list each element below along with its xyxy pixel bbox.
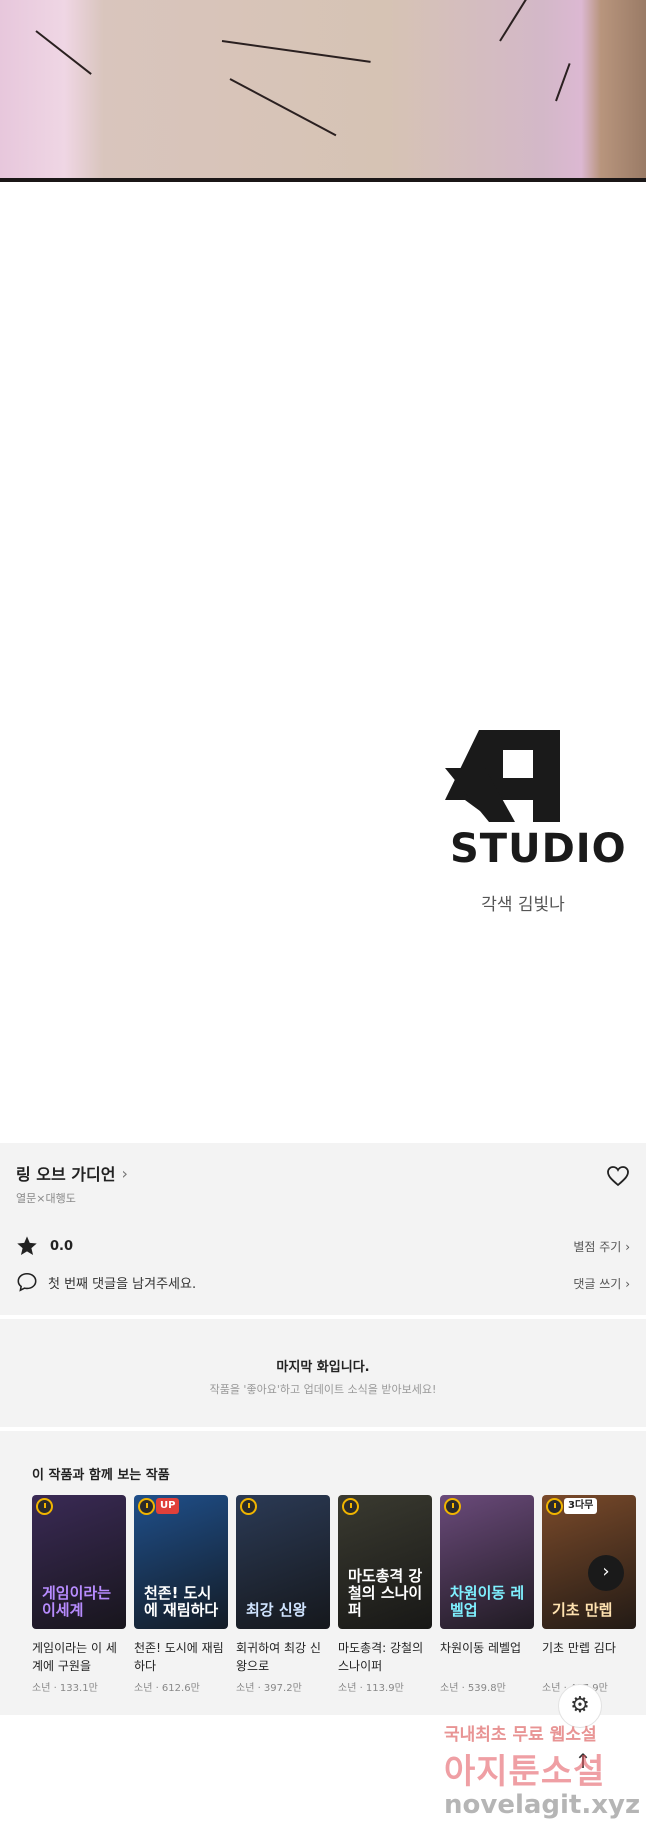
recommendation-card[interactable]: 차원이동 레벨업 차원이동 레벨업 소년 · 539.8만	[440, 1495, 534, 1694]
chevron-right-icon: ›	[625, 1240, 630, 1254]
chevron-right-icon: ›	[625, 1277, 630, 1291]
write-comment-button[interactable]: 댓글 쓰기 ›	[573, 1275, 630, 1292]
clock-icon	[546, 1498, 563, 1515]
watermark-domain: novelagit.xyz	[444, 1790, 641, 1820]
write-comment-label: 댓글 쓰기	[573, 1277, 622, 1291]
recommendation-title: 천존! 도시에 재림하다	[134, 1641, 224, 1673]
recommendation-thumbnail: 최강 신왕	[236, 1495, 330, 1629]
thumbnail-title-art: 마도총격 강철의 스나이퍼	[348, 1567, 423, 1619]
clock-icon	[240, 1498, 257, 1515]
recommendation-title: 게임이라는 이 세계에 구원을	[32, 1641, 117, 1673]
clock-icon	[342, 1498, 359, 1515]
recommendation-badge: UP	[156, 1498, 180, 1514]
panel-ink-line	[35, 30, 92, 75]
rating-row: 0.0	[16, 1235, 73, 1257]
recommendation-thumbnail: 차원이동 레벨업	[440, 1495, 534, 1629]
recommendation-meta: 소년 · 113.9만	[338, 1683, 404, 1694]
chevron-right-icon: ›	[121, 1163, 128, 1183]
thumbnail-title-art: 기초 만렙	[552, 1601, 613, 1619]
recommendation-title: 기초 만렙 김다	[542, 1641, 616, 1655]
recommendation-card[interactable]: UP 천존! 도시에 재림하다 천존! 도시에 재림하다 소년 · 612.6만	[134, 1495, 228, 1694]
recommendation-card[interactable]: 최강 신왕회귀하여 최강 신왕으로소년 · 397.2만	[236, 1495, 330, 1694]
site-watermark: 국내최초 무료 웹소설 아지툰소설 novelagit.xyz	[430, 1712, 646, 1830]
last-episode-title: 마지막 화입니다.	[276, 1360, 370, 1375]
studio-logo	[445, 730, 560, 822]
panel-ink-line	[555, 63, 571, 102]
recommendation-thumbnail: UP 천존! 도시에 재림하다	[134, 1495, 228, 1629]
thumbnail-title-art: 천존! 도시에 재림하다	[144, 1584, 219, 1619]
recommendation-carousel: 게임이라는 이세계게임이라는 이 세계에 구원을소년 · 133.1만 UP 천존!…	[32, 1495, 646, 1705]
work-title-link[interactable]: 링 오브 가디언 ›	[16, 1161, 128, 1185]
rate-button[interactable]: 별점 주기 ›	[573, 1238, 630, 1255]
comment-prompt-text: 첫 번째 댓글을 남겨주세요.	[48, 1276, 197, 1292]
recommendation-badge: 3다무	[564, 1498, 598, 1514]
thumbnail-title-art: 차원이동 레벨업	[450, 1584, 525, 1619]
clock-icon	[138, 1498, 155, 1515]
studio-wordmark: STUDIO	[450, 826, 627, 872]
comment-prompt-row[interactable]: 첫 번째 댓글을 남겨주세요.	[16, 1271, 196, 1293]
recommendations-heading: 이 작품과 함께 보는 작품	[32, 1468, 170, 1483]
recommendation-card[interactable]: 3다무기초 만렙기초 만렙 김다소년 · 407.9만	[542, 1495, 636, 1694]
work-title: 링 오브 가디언	[16, 1165, 116, 1184]
recommendation-thumbnail: 3다무기초 만렙	[542, 1495, 636, 1629]
comic-panel-border	[0, 178, 646, 182]
panel-ink-line	[221, 40, 371, 63]
recommendation-title: 차원이동 레벨업	[440, 1641, 522, 1655]
heart-icon[interactable]	[606, 1165, 630, 1187]
recommendation-meta: 소년 · 133.1만	[32, 1683, 98, 1694]
recommendation-thumbnail: 게임이라는 이세계	[32, 1495, 126, 1629]
panel-ink-line	[229, 78, 337, 137]
star-icon	[17, 1236, 37, 1255]
recommendation-meta: 소년 · 539.8만	[440, 1683, 506, 1694]
rate-button-label: 별점 주기	[573, 1240, 622, 1254]
carousel-next-button[interactable]: ›	[588, 1555, 624, 1591]
clock-icon	[444, 1498, 461, 1515]
rating-value: 0.0	[50, 1238, 74, 1254]
adaptation-credit: 각색 김빛나	[481, 895, 565, 915]
recommendations-panel: 이 작품과 함께 보는 작품 게임이라는 이세계게임이라는 이 세계에 구원을소…	[0, 1431, 646, 1715]
comment-bubble-icon	[17, 1272, 37, 1292]
recommendation-title: 마도총격: 강철의 스나이퍼	[338, 1641, 424, 1673]
comic-panel-image	[0, 0, 646, 180]
recommendation-thumbnail: 마도총격 강철의 스나이퍼	[338, 1495, 432, 1629]
recommendation-title: 회귀하여 최강 신왕으로	[236, 1641, 321, 1673]
watermark-brand: 아지툰소설	[444, 1752, 606, 1792]
clock-icon	[36, 1498, 53, 1515]
work-authors: 열문×대행도	[16, 1192, 76, 1205]
chevron-right-icon: ›	[602, 1561, 610, 1582]
last-episode-notice: 마지막 화입니다. 작품을 '좋아요'하고 업데이트 소식을 받아보세요!	[0, 1319, 646, 1427]
thumbnail-title-art: 게임이라는 이세계	[42, 1584, 112, 1619]
recommendation-meta: 소년 · 612.6만	[134, 1683, 200, 1694]
panel-ink-line	[499, 0, 538, 42]
recommendation-card[interactable]: 마도총격 강철의 스나이퍼마도총격: 강철의 스나이퍼소년 · 113.9만	[338, 1495, 432, 1694]
recommendation-meta: 소년 · 397.2만	[236, 1683, 302, 1694]
recommendation-card[interactable]: 게임이라는 이세계게임이라는 이 세계에 구원을소년 · 133.1만	[32, 1495, 126, 1694]
work-info-panel: 링 오브 가디언 › 열문×대행도 0.0 별점 주기 › 첫 번째 댓글을 남…	[0, 1143, 646, 1315]
watermark-tagline: 국내최초 무료 웹소설	[444, 1725, 597, 1745]
last-episode-subtitle: 작품을 '좋아요'하고 업데이트 소식을 받아보세요!	[209, 1383, 437, 1396]
thumbnail-title-art: 최강 신왕	[246, 1601, 307, 1619]
